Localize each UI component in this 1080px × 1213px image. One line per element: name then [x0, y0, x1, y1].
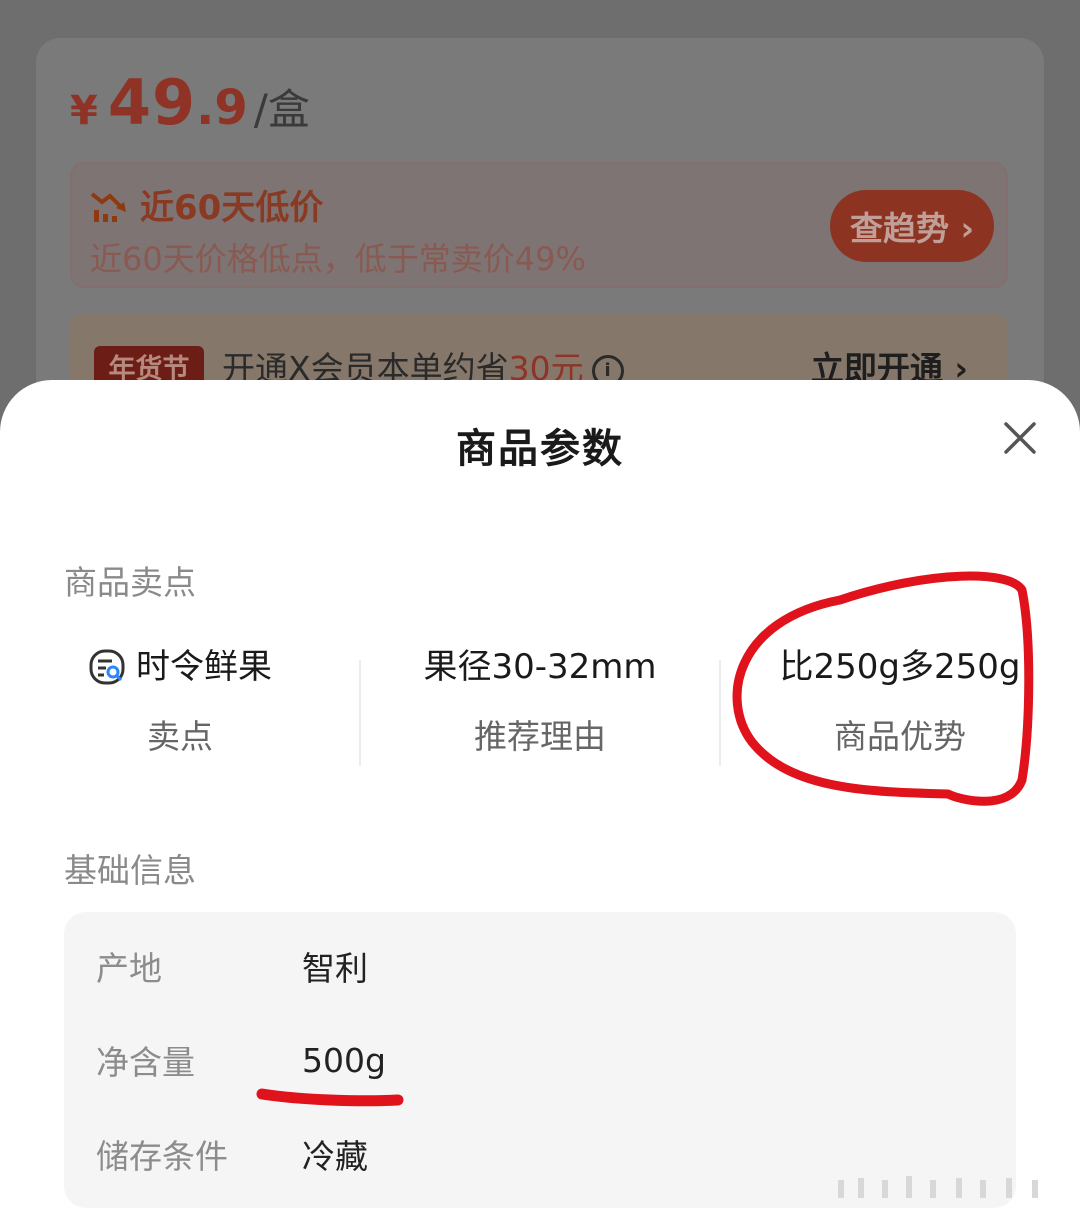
price: ¥ 49 .9 /盒	[70, 66, 310, 139]
info-value: 500g	[302, 1040, 386, 1080]
selling-point-item: 时令鲜果 卖点	[0, 642, 360, 758]
price-trend-icon	[90, 192, 126, 222]
selling-points-label: 商品卖点	[64, 563, 196, 602]
selling-point-item: 比250g多250g 商品优势	[720, 642, 1080, 758]
info-key: 产地	[96, 949, 162, 988]
home-indicator	[838, 1176, 1038, 1198]
search-list-icon	[89, 649, 125, 685]
info-row-net-weight: 净含量 500g	[96, 1030, 386, 1090]
selling-point-value: 时令鲜果	[136, 647, 272, 687]
sheet-title: 商品参数	[456, 426, 624, 472]
info-row-storage: 储存条件 冷藏	[96, 1124, 368, 1184]
selling-point-caption: 推荐理由	[474, 717, 606, 756]
low-price-subtitle: 近60天价格低点，低于常卖价49%	[90, 240, 586, 278]
price-decimal: .9	[196, 80, 248, 136]
close-icon[interactable]	[1000, 418, 1040, 458]
info-value: 冷藏	[302, 1137, 368, 1176]
price-symbol: ¥	[70, 88, 98, 134]
basic-info-label: 基础信息	[64, 851, 196, 890]
selling-point-value: 比250g多250g	[779, 647, 1021, 687]
info-key: 储存条件	[96, 1137, 228, 1176]
info-value: 智利	[302, 949, 368, 988]
selling-point-item: 果径30-32mm 推荐理由	[360, 642, 720, 758]
price-unit: /盒	[253, 85, 310, 134]
low-price-banner[interactable]: 近60天低价 近60天价格低点，低于常卖价49% 查趋势 ›	[70, 162, 1008, 288]
info-key: 净含量	[96, 1043, 195, 1082]
selling-point-value: 果径30-32mm	[423, 647, 657, 687]
view-trend-button[interactable]: 查趋势 ›	[830, 190, 994, 262]
info-row-origin: 产地 智利	[96, 936, 368, 996]
selling-point-caption: 商品优势	[834, 717, 966, 756]
price-integer: 49	[107, 66, 197, 139]
basic-info-table: 产地 智利 净含量 500g 储存条件 冷藏	[64, 912, 1016, 1208]
selling-point-caption: 卖点	[147, 717, 213, 756]
product-params-sheet: 商品参数 商品卖点 时令鲜果 卖点 果径30-32mm 推荐理由 比250g多2…	[0, 380, 1080, 1213]
low-price-title: 近60天低价	[140, 188, 324, 228]
